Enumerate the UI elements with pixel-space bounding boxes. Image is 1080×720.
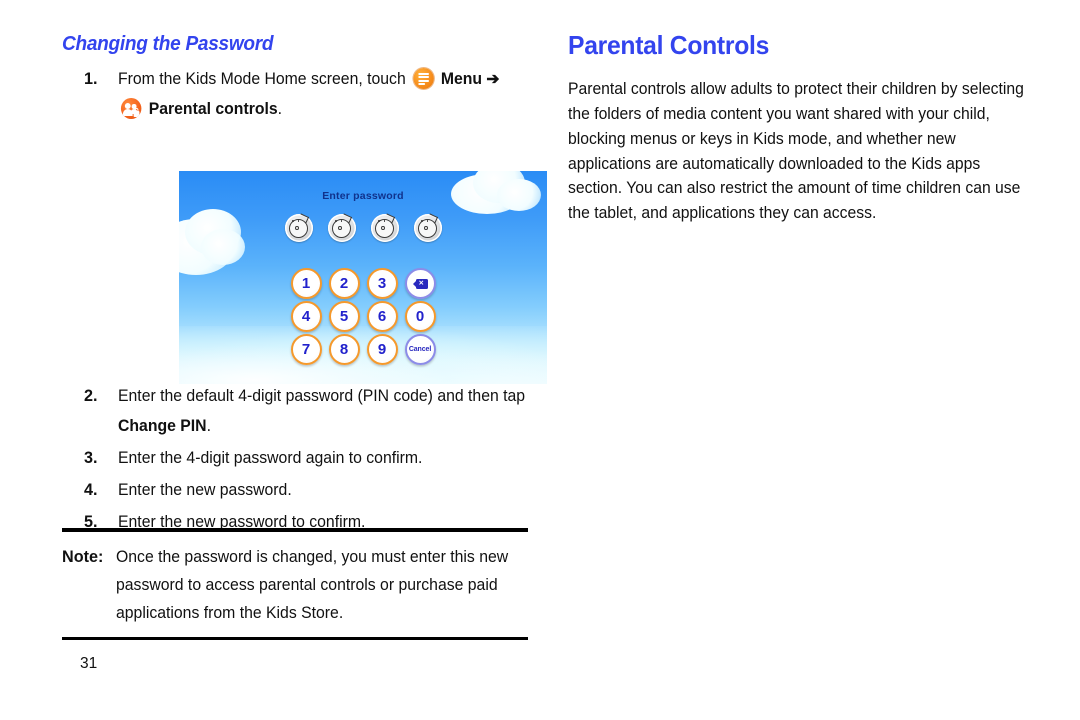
arrow-icon: ➔ — [486, 70, 500, 88]
password-dots — [179, 213, 547, 242]
right-column: Parental Controls Parental controls allo… — [568, 30, 1038, 242]
cancel-key[interactable]: Cancel — [404, 334, 436, 365]
step-2-text-part2: . — [206, 417, 211, 435]
step-number: 3. — [84, 449, 98, 467]
steps-list-top: 1. From the Kids Mode Home screen, touch… — [62, 64, 532, 124]
page-number: 31 — [80, 655, 98, 672]
parental-controls-label: Parental controls — [148, 100, 278, 118]
keypad-row: 7 8 9 Cancel — [290, 334, 436, 365]
step-text: Enter the new password. — [118, 481, 292, 499]
password-dot-face-icon — [284, 213, 313, 242]
step-number: 2. — [84, 387, 98, 405]
page-title: Parental Controls — [568, 30, 770, 60]
password-dot-face-icon — [413, 213, 442, 242]
menu-icon — [413, 68, 434, 89]
backspace-key[interactable]: ✕ — [404, 268, 436, 299]
parental-controls-icon — [120, 98, 142, 119]
note-rule-bottom — [62, 636, 528, 640]
note-text: Once the password is changed, you must e… — [116, 547, 509, 622]
menu-label: Menu — [440, 70, 483, 88]
step-number: 1. — [84, 70, 98, 88]
section-heading: Changing the Password — [62, 32, 274, 55]
password-dot-face-icon — [370, 213, 399, 242]
step-text: Enter the 4-digit password again to conf… — [118, 449, 423, 467]
step-1-period: . — [277, 100, 283, 118]
key-7[interactable]: 7 — [290, 334, 322, 365]
numeric-keypad: 1 2 3 ✕ 4 5 6 0 7 8 9 Cancel — [179, 268, 547, 365]
key-8[interactable]: 8 — [328, 334, 360, 365]
note-block: Note: Once the password is changed, you … — [62, 528, 528, 640]
key-0[interactable]: 0 — [404, 301, 436, 332]
list-item-step-1: 1. From the Kids Mode Home screen, touch… — [62, 64, 532, 124]
key-9[interactable]: 9 — [366, 334, 398, 365]
list-item-step-3: 3. Enter the 4-digit password again to c… — [62, 443, 532, 473]
key-1[interactable]: 1 — [290, 268, 322, 299]
left-column: Changing the Password 1. From the Kids M… — [62, 32, 547, 539]
steps-list-bottom: 2. Enter the default 4-digit password (P… — [62, 381, 532, 537]
step-text: Enter the default 4-digit password (PIN … — [118, 381, 532, 441]
key-2[interactable]: 2 — [328, 268, 360, 299]
list-item-step-4: 4. Enter the new password. — [62, 475, 532, 505]
keypad-row: 4 5 6 0 — [290, 301, 436, 332]
note-body: Note: Once the password is changed, you … — [62, 532, 528, 637]
password-dot-face-icon — [327, 213, 356, 242]
step-1-lead-text: From the Kids Mode Home screen, touch — [118, 70, 406, 88]
step-2-text-part1: Enter the default 4-digit password (PIN … — [118, 387, 526, 405]
note-label: Note: — [62, 547, 104, 566]
enter-password-title: Enter password — [322, 190, 404, 202]
step-text: From the Kids Mode Home screen, touch Me… — [118, 64, 532, 124]
intro-paragraph: Parental controls allow adults to protec… — [568, 80, 1024, 223]
list-item-step-2: 2. Enter the default 4-digit password (P… — [62, 381, 532, 441]
backspace-icon: ✕ — [412, 278, 428, 289]
keypad-row: 1 2 3 ✕ — [290, 268, 436, 299]
change-pin-label: Change PIN — [118, 417, 207, 435]
manual-page: Changing the Password 1. From the Kids M… — [0, 0, 1080, 720]
key-6[interactable]: 6 — [366, 301, 398, 332]
key-4[interactable]: 4 — [290, 301, 322, 332]
key-3[interactable]: 3 — [366, 268, 398, 299]
kids-mode-password-screenshot: Enter password 1 2 3 ✕ 4 5 6 0 7 8 9 Can… — [179, 171, 547, 384]
step-number: 4. — [84, 481, 98, 499]
key-5[interactable]: 5 — [328, 301, 360, 332]
